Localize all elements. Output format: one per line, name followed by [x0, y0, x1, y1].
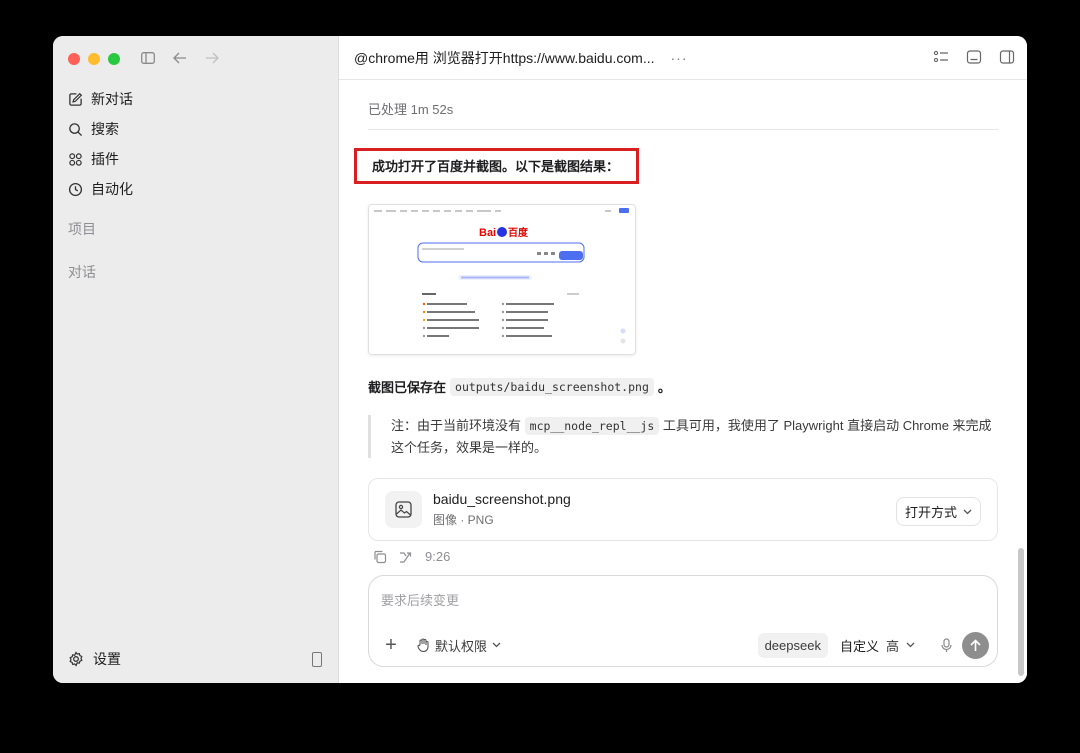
arrow-up-icon	[970, 638, 981, 651]
sidebar-item-automation[interactable]: 自动化	[68, 174, 328, 204]
checklist-icon[interactable]	[933, 49, 949, 65]
plugins-icon	[69, 152, 82, 166]
svg-text:Bai: Bai	[479, 227, 496, 239]
sidebar-item-new-chat[interactable]: 新对话	[68, 84, 328, 114]
microphone-icon[interactable]	[941, 637, 952, 653]
mode-label: 自定义	[839, 638, 879, 654]
baidu-screenshot-image[interactable]: Bai 百度	[368, 204, 636, 355]
mode-selector[interactable]: 自定义 高	[840, 636, 915, 655]
conversation-title[interactable]: @chrome用 浏览器打开https://www.baidu.com...	[354, 48, 655, 68]
fork-icon[interactable]	[399, 550, 413, 564]
scrollbar[interactable]	[1018, 548, 1024, 676]
message-time: 9:26	[425, 549, 451, 564]
saved-path-code: outputs/baidu_screenshot.png	[450, 377, 654, 396]
note-code: mcp__node_repl__js	[524, 417, 660, 435]
zoom-window-button[interactable]	[108, 53, 120, 65]
message-actions: 9:26	[368, 549, 998, 564]
file-type: 图像 · PNG	[433, 513, 494, 527]
composer: 要求后续变更 + 默认权限 deepseek 自定义 高	[368, 575, 998, 667]
file-name: baidu_screenshot.png	[433, 491, 571, 507]
model-selector[interactable]: deepseek	[757, 632, 828, 658]
message-content: 已处理 1m 52s 成功打开了百度并截图。以下是截图结果： Bai 百度 截图…	[354, 80, 998, 564]
copy-icon[interactable]	[373, 550, 387, 564]
sidebar-item-label: 自动化	[91, 181, 133, 197]
section-projects[interactable]: 项目	[68, 219, 96, 239]
sidebar-nav: 新对话 搜索 插件 自动化	[68, 84, 328, 204]
search-icon	[69, 122, 83, 136]
main-panel: @chrome用 浏览器打开https://www.baidu.com... ·…	[339, 36, 1027, 683]
file-attachment-card[interactable]: baidu_screenshot.png 图像 · PNG 打开方式	[368, 478, 998, 541]
note-blockquote: 注：由于当前环境没有 mcp__node_repl__js 工具可用，我使用了 …	[368, 415, 998, 458]
saved-path-line: 截图已保存在 outputs/baidu_screenshot.png 。	[368, 377, 998, 396]
bottom-panel-toggle-icon[interactable]	[966, 49, 982, 65]
sidebar-item-search[interactable]: 搜索	[68, 114, 328, 144]
forward-arrow-icon[interactable]	[203, 49, 221, 67]
svg-text:百度: 百度	[508, 226, 529, 239]
window-controls	[68, 53, 120, 65]
sidebar-item-label: 插件	[91, 151, 119, 167]
header-actions	[933, 49, 1015, 65]
sidebar: 新对话 搜索 插件 自动化 项目 对话 设置	[53, 36, 339, 683]
device-icon[interactable]	[312, 652, 322, 667]
section-conversations[interactable]: 对话	[68, 262, 96, 282]
saved-suffix: 。	[657, 380, 671, 395]
app-window: 新对话 搜索 插件 自动化 项目 对话 设置 @chrome用 浏览器打开htt…	[53, 36, 1027, 683]
sidebar-toolbar	[139, 49, 221, 67]
settings-label: 设置	[93, 651, 121, 667]
add-attachment-button[interactable]: +	[381, 634, 401, 657]
edit-icon	[69, 92, 83, 106]
right-panel-toggle-icon[interactable]	[999, 49, 1015, 65]
clock-icon	[68, 182, 83, 196]
open-with-label: 打开方式	[904, 505, 957, 520]
settings-button[interactable]: 设置	[68, 649, 121, 669]
hand-icon	[417, 638, 429, 652]
more-options-icon[interactable]: ···	[671, 50, 688, 66]
sidebar-item-label: 新对话	[91, 91, 133, 107]
minimize-window-button[interactable]	[88, 53, 100, 65]
gear-icon	[69, 651, 83, 667]
sidebar-item-plugins[interactable]: 插件	[68, 144, 328, 174]
sidebar-item-label: 搜索	[91, 121, 119, 137]
processing-status[interactable]: 已处理 1m 52s	[368, 99, 998, 130]
send-button[interactable]	[962, 631, 989, 659]
back-arrow-icon[interactable]	[171, 49, 189, 67]
highlighted-headline: 成功打开了百度并截图。以下是截图结果：	[354, 148, 640, 184]
chevron-down-icon	[492, 642, 501, 648]
sidebar-toggle-icon[interactable]	[139, 49, 157, 67]
open-with-button[interactable]: 打开方式	[895, 497, 981, 526]
level-label: 高	[885, 638, 899, 654]
composer-input[interactable]: 要求后续变更	[381, 590, 459, 609]
conversation-header: @chrome用 浏览器打开https://www.baidu.com... ·…	[339, 36, 1027, 80]
saved-prefix: 截图已保存在	[368, 380, 447, 395]
permission-dropdown[interactable]: 默认权限	[417, 636, 501, 655]
image-file-icon	[385, 491, 422, 528]
note-text-1: 注：由于当前环境没有	[391, 418, 522, 433]
chevron-down-icon	[963, 509, 972, 514]
permission-label: 默认权限	[435, 638, 488, 654]
chevron-down-icon	[906, 642, 915, 648]
close-window-button[interactable]	[68, 53, 80, 65]
